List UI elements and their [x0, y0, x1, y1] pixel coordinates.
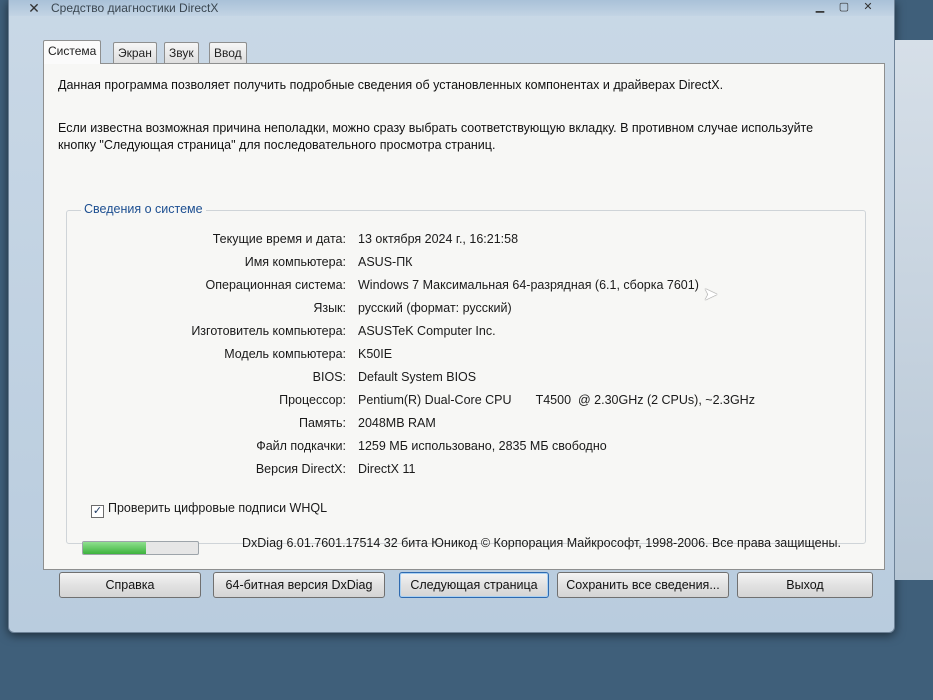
- maximize-icon[interactable]: ▢: [833, 0, 855, 14]
- info-label: Текущие время и дата:: [212, 232, 346, 246]
- info-row-memory: Память: 2048MB RAM: [67, 416, 857, 438]
- system-info-title: Сведения о системе: [81, 202, 206, 216]
- whql-checkbox-label: Проверить цифровые подписи WHQL: [108, 501, 328, 515]
- checkbox-check-icon[interactable]: ✓: [91, 505, 104, 518]
- window-title: Средство диагностики DirectX: [51, 1, 219, 15]
- intro-text-3: кнопку "Следующая страница" для последов…: [58, 138, 496, 152]
- info-value: 2048MB RAM: [358, 416, 436, 430]
- next-page-button[interactable]: Следующая страница: [399, 572, 549, 598]
- info-value: K50IE: [358, 347, 393, 361]
- close-icon[interactable]: ✕: [857, 0, 879, 14]
- info-row-model: Модель компьютера: K50IE: [67, 347, 857, 369]
- info-value: ASUS-ПК: [358, 255, 413, 269]
- whql-checkbox[interactable]: ✓ Проверить цифровые подписи WHQL: [91, 501, 327, 518]
- info-row-computer-name: Имя компьютера: ASUS-ПК: [67, 255, 857, 277]
- intro-text-2: Если известна возможная причина неполадк…: [58, 121, 814, 135]
- dxdiag-version-info: DxDiag 6.01.7601.17514 32 бита Юникод © …: [242, 536, 841, 550]
- directx-x-icon: ✕: [28, 0, 40, 16]
- title-bar[interactable]: ✕ Средство диагностики DirectX ▁ ▢ ✕: [9, 0, 894, 16]
- info-row-language: Язык: русский (формат: русский): [67, 301, 857, 323]
- info-label: Модель компьютера:: [224, 347, 346, 361]
- progress-fill: [83, 542, 147, 554]
- background-window-edge: [895, 40, 933, 580]
- info-label: Имя компьютера:: [244, 255, 346, 269]
- minimize-icon[interactable]: ▁: [809, 0, 831, 14]
- info-value: DirectX 11: [358, 462, 416, 476]
- info-value: ASUSTeK Computer Inc.: [358, 324, 496, 338]
- info-row-pagefile: Файл подкачки: 1259 МБ использовано, 283…: [67, 439, 857, 461]
- info-value: 13 октября 2024 г., 16:21:58: [358, 232, 519, 246]
- info-row-processor: Процессор: Pentium(R) Dual-Core CPU T450…: [67, 393, 857, 415]
- info-row-bios: BIOS: Default System BIOS: [67, 370, 857, 392]
- info-value: 1259 МБ использовано, 2835 МБ свободно: [358, 439, 607, 453]
- help-button[interactable]: Справка: [59, 572, 201, 598]
- progress-bar: [82, 541, 199, 555]
- info-label: Версия DirectX:: [255, 462, 346, 476]
- info-label: Язык:: [313, 301, 346, 315]
- info-label: Операционная система:: [205, 278, 346, 292]
- info-row-os: Операционная система: Windows 7 Максимал…: [67, 278, 857, 300]
- tab-input[interactable]: Ввод: [209, 42, 247, 63]
- info-value: Pentium(R) Dual-Core CPU T4500 @ 2.30GHz…: [358, 393, 755, 407]
- info-value: русский (формат: русский): [358, 301, 512, 315]
- info-row-datetime: Текущие время и дата: 13 октября 2024 г.…: [67, 232, 857, 254]
- dxdiag-64bit-button[interactable]: 64-битная версия DxDiag: [213, 572, 385, 598]
- system-info-group: Сведения о системе Текущие время и дата:…: [66, 202, 866, 544]
- tab-sound[interactable]: Звук: [164, 42, 199, 63]
- info-value: Default System BIOS: [358, 370, 477, 384]
- info-row-manufacturer: Изготовитель компьютера: ASUSTeK Compute…: [67, 324, 857, 346]
- info-label: Память:: [298, 416, 346, 430]
- exit-button[interactable]: Выход: [737, 572, 873, 598]
- info-row-directx: Версия DirectX: DirectX 11: [67, 462, 857, 484]
- tab-system[interactable]: Система: [43, 40, 102, 64]
- info-label: Процессор:: [279, 393, 346, 407]
- tab-display[interactable]: Экран: [113, 42, 157, 63]
- intro-text-1: Данная программа позволяет получить подр…: [58, 78, 724, 92]
- info-label: Файл подкачки:: [256, 439, 346, 453]
- system-tab-panel: Данная программа позволяет получить подр…: [43, 63, 885, 570]
- save-all-info-button[interactable]: Сохранить все сведения...: [557, 572, 729, 598]
- dxdiag-window: ✕ Средство диагностики DirectX ▁ ▢ ✕ Сис…: [8, 0, 895, 633]
- info-label: Изготовитель компьютера:: [191, 324, 346, 338]
- info-value: Windows 7 Максимальная 64-разрядная (6.1…: [358, 278, 699, 292]
- info-label: BIOS:: [312, 370, 346, 384]
- mouse-cursor-icon: ➤: [703, 284, 719, 304]
